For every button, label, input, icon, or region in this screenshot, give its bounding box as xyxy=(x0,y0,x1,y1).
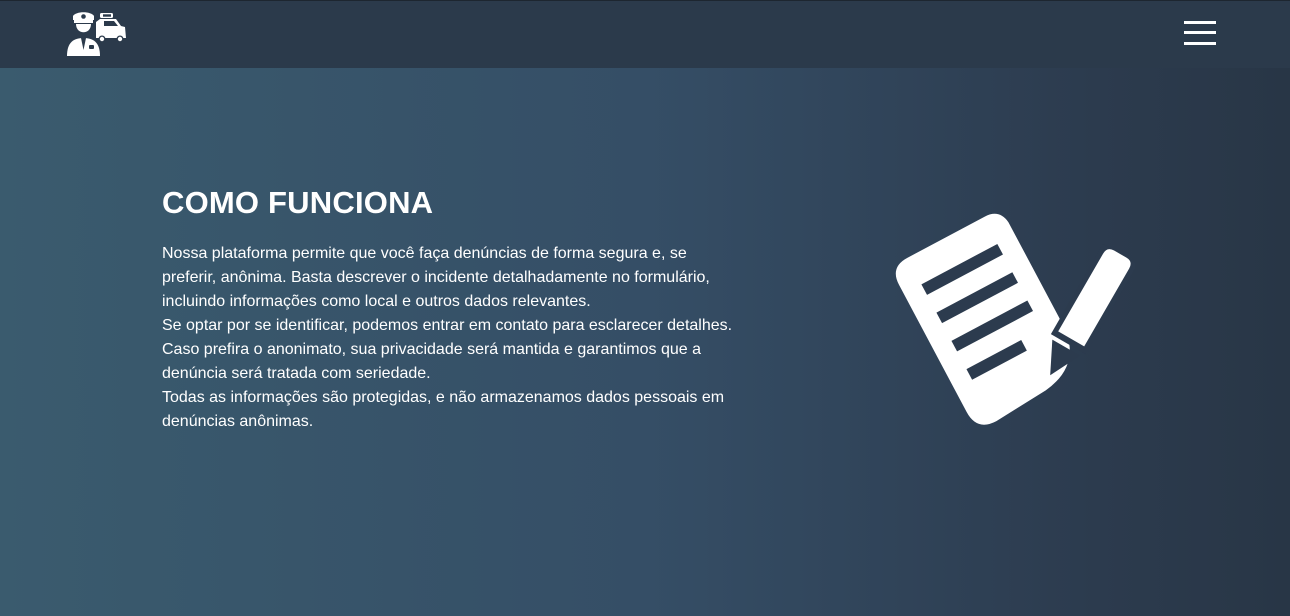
how-it-works-section: COMO FUNCIONA Nossa plataforma permite q… xyxy=(0,68,1290,616)
document-pencil-icon xyxy=(885,183,1138,433)
description-paragraph: Todas as informações são protegidas, e n… xyxy=(162,389,725,430)
hamburger-menu-icon-line xyxy=(1184,21,1216,24)
hamburger-menu-icon-line xyxy=(1184,31,1216,34)
description-paragraph: Nossa plataforma permite que você faça d… xyxy=(162,245,710,310)
police-logo-icon[interactable] xyxy=(66,10,128,58)
top-navigation-bar xyxy=(0,0,1290,68)
section-description: Nossa plataforma permite que você faça d… xyxy=(162,242,737,434)
hamburger-menu-icon-line xyxy=(1184,42,1216,45)
police-officer-car-icon xyxy=(67,12,126,56)
hamburger-menu-button[interactable] xyxy=(1184,21,1218,47)
description-paragraph: Se optar por se identificar, podemos ent… xyxy=(162,317,733,382)
section-title: COMO FUNCIONA xyxy=(162,185,434,220)
how-it-works-text: COMO FUNCIONA Nossa plataforma permite q… xyxy=(162,184,737,434)
